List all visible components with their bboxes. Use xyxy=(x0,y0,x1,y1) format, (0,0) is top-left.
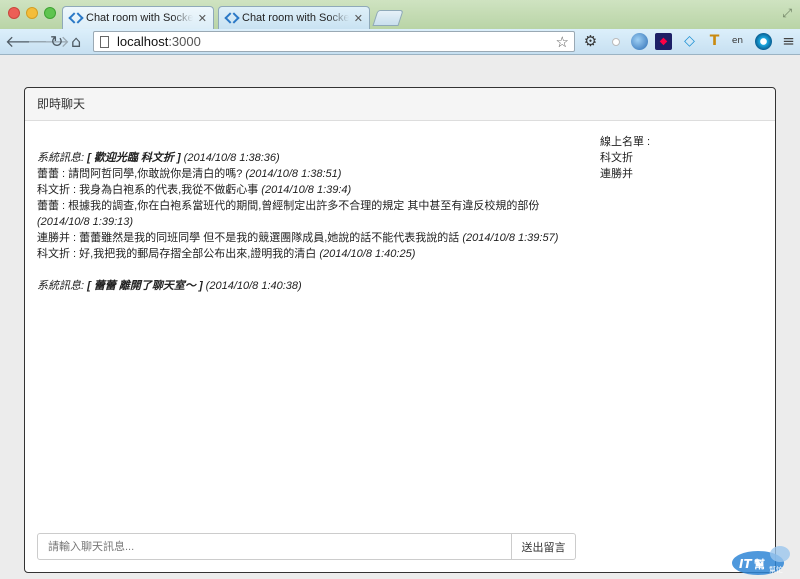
chat-message: 科文折 : 我身為白袍系的代表,我從不做虧心事 (2014/10/8 1:39:… xyxy=(37,184,352,196)
tab-title: Chat room with Socket.io a xyxy=(242,12,349,24)
svg-text:幫忙: 幫忙 xyxy=(769,565,783,574)
message-composer: 送出留言 xyxy=(37,533,576,560)
bookmark-star-icon[interactable]: ☆ xyxy=(556,33,569,51)
minimize-window-button[interactable] xyxy=(26,7,38,19)
tab-close-icon[interactable]: ✕ xyxy=(198,13,207,24)
gear-icon[interactable]: ⚙ xyxy=(582,33,599,50)
chat-message: 科文折 : 好,我把我的郵局存摺全部公布出來,證明我的清白 (2014/10/8… xyxy=(37,248,416,260)
hamburger-menu-icon[interactable]: ≡ xyxy=(780,33,797,50)
system-message: 系統訊息: [ 蕾蕾 離開了聊天室～ ] (2014/10/8 1:40:38) xyxy=(37,280,302,292)
message-list: 系統訊息: [ 歡迎光臨 科文折 ] (2014/10/8 1:38:36) 蕾… xyxy=(37,150,577,294)
fullscreen-icon[interactable]: ⤢ xyxy=(782,6,792,21)
chat-message: 蕾蕾 : 根據我的調查,你在白袍系當班代的期間,曾經制定出許多不合理的規定 其中… xyxy=(37,200,540,228)
message-user: 蕾蕾 xyxy=(37,168,59,180)
ithelp-logo: IT 幫 幫忙 xyxy=(732,546,790,575)
online-user: 連勝并 xyxy=(600,168,633,180)
url-port: :3000 xyxy=(168,34,201,49)
url-host: localhost xyxy=(117,34,169,49)
address-bar[interactable]: localhost:3000 ☆ xyxy=(93,31,575,52)
tab-title: Chat room with Socket.io a xyxy=(86,12,193,24)
chat-message: 連勝并 : 蕾蕾雖然是我的同班同學 但不是我的競選團隊成員,她說的話不能代表我說… xyxy=(37,232,559,244)
message-input[interactable] xyxy=(37,533,512,560)
code-brackets-icon xyxy=(69,13,81,23)
eye-extension-icon[interactable] xyxy=(755,33,772,50)
panel-title: 即時聊天 xyxy=(25,88,775,121)
browser-tab-2[interactable]: Chat room with Socket.io a ✕ xyxy=(218,6,370,29)
online-user: 科文折 xyxy=(600,152,633,164)
image-extension-icon[interactable]: ◆ xyxy=(655,33,672,50)
page-icon xyxy=(100,35,109,48)
reload-icon[interactable]: ↻ xyxy=(50,32,63,52)
svg-text:幫: 幫 xyxy=(754,557,765,571)
message-user: 蕾蕾 xyxy=(37,200,59,212)
translate-extension-icon[interactable]: en xyxy=(729,33,746,50)
home-icon[interactable]: ⌂ xyxy=(71,32,81,52)
tee-extension-icon[interactable]: T xyxy=(706,33,723,50)
tab-close-icon[interactable]: ✕ xyxy=(354,13,363,24)
forward-arrow-icon[interactable]: 🡒 xyxy=(27,32,70,52)
code-brackets-icon xyxy=(225,13,237,23)
message-user: 科文折 xyxy=(37,248,70,260)
close-window-button[interactable] xyxy=(8,7,20,19)
system-message: 系統訊息: [ 歡迎光臨 科文折 ] (2014/10/8 1:38:36) xyxy=(37,152,280,164)
online-list-label: 線上名單 : xyxy=(600,136,651,148)
extension-dot-icon[interactable] xyxy=(607,33,624,50)
message-user: 連勝并 xyxy=(37,232,70,244)
browser-titlebar: Chat room with Socket.io a ✕ Chat room w… xyxy=(0,0,800,29)
browser-toolbar: 🡐 🡒 ↻ ⌂ localhost:3000 ☆ ⚙ ◆ ◇ T en ≡ xyxy=(0,29,800,55)
online-user-list: 線上名單 : 科文折 連勝并 xyxy=(600,134,760,182)
message-user: 科文折 xyxy=(37,184,70,196)
svg-text:IT: IT xyxy=(739,557,752,571)
chat-message: 蕾蕾 : 請問阿哲同學,你敢說你是清白的嗎? (2014/10/8 1:38:5… xyxy=(37,168,342,180)
diamond-extension-icon[interactable]: ◇ xyxy=(681,33,698,50)
new-tab-button[interactable] xyxy=(372,10,404,26)
zoom-window-button[interactable] xyxy=(44,7,56,19)
send-message-button[interactable]: 送出留言 xyxy=(512,533,576,560)
globe-extension-icon[interactable] xyxy=(631,33,648,50)
browser-tab-1[interactable]: Chat room with Socket.io a ✕ xyxy=(62,6,214,29)
chat-panel: 即時聊天 系統訊息: [ 歡迎光臨 科文折 ] (2014/10/8 1:38:… xyxy=(24,87,776,573)
